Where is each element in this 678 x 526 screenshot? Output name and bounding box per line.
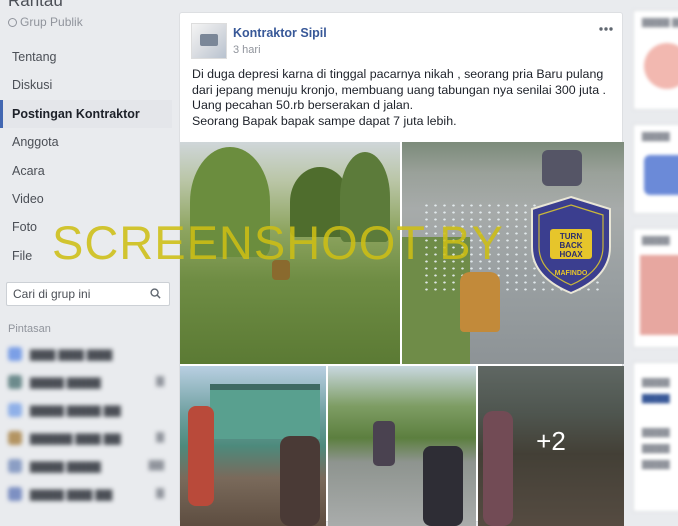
nav-item-video[interactable]: Video bbox=[0, 185, 172, 213]
more-horizontal-icon[interactable] bbox=[598, 25, 614, 33]
post-author-name[interactable]: Kontraktor Sipil bbox=[233, 26, 327, 40]
mafindo-logo: TURN BACK HOAX MAFINDO bbox=[531, 195, 611, 295]
svg-text:HOAX: HOAX bbox=[559, 250, 583, 259]
shortcut-label: ▇▇▇▇ ▇▇▇▇ ▇▇ bbox=[30, 405, 121, 417]
shortcut-item[interactable]: ▇▇▇▇ ▇▇▇▇ ▇▇ bbox=[8, 401, 168, 419]
shortcut-count: ▇ bbox=[156, 376, 164, 387]
nav-item-acara[interactable]: Acara bbox=[0, 157, 172, 185]
shortcut-label: ▇▇▇▇ ▇▇▇ ▇▇ bbox=[30, 489, 113, 501]
shortcut-count: ▇ bbox=[156, 432, 164, 443]
post-photo[interactable] bbox=[180, 366, 326, 526]
search-icon[interactable] bbox=[150, 288, 161, 299]
group-thumbnail-icon bbox=[8, 347, 22, 361]
nav-item-postingan-kontraktor[interactable]: Postingan Kontraktor bbox=[0, 99, 172, 129]
post-body: Di duga depresi karna di tinggal pacarny… bbox=[192, 67, 618, 129]
group-privacy-label: Grup Publik bbox=[20, 15, 83, 29]
globe-icon bbox=[8, 18, 17, 27]
shortcut-label: ▇▇▇▇▇ ▇▇▇ ▇▇ bbox=[30, 433, 121, 445]
group-thumbnail-icon bbox=[8, 431, 22, 445]
nav-item-diskusi[interactable]: Diskusi bbox=[0, 71, 172, 99]
shortcut-item[interactable]: ▇▇▇▇ ▇▇▇▇ ▇ bbox=[8, 373, 168, 391]
svg-text:MAFINDO: MAFINDO bbox=[555, 270, 588, 277]
shortcut-label: ▇▇▇ ▇▇▇ ▇▇▇ bbox=[30, 349, 113, 361]
group-privacy: Grup Publik bbox=[8, 15, 83, 29]
group-thumbnail-icon bbox=[8, 375, 22, 389]
post-text-line: Di duga depresi karna di tinggal pacarny… bbox=[192, 67, 604, 81]
more-photos-count: +2 bbox=[536, 426, 566, 456]
shortcut-label: ▇▇▇▇ ▇▇▇▇ bbox=[30, 461, 101, 473]
group-title[interactable]: Rantau bbox=[8, 0, 63, 11]
nav-item-tentang[interactable]: Tentang bbox=[0, 43, 172, 71]
group-thumbnail-icon bbox=[8, 403, 22, 417]
shortcut-item[interactable]: ▇▇▇ ▇▇▇ ▇▇▇ bbox=[8, 345, 168, 363]
shortcut-item[interactable]: ▇▇▇▇ ▇▇▇▇ ▇▇ bbox=[8, 457, 168, 475]
post-timestamp[interactable]: 3 hari bbox=[233, 44, 261, 56]
post-text-line: Seorang Bapak bapak sampe dapat 7 juta l… bbox=[192, 113, 457, 128]
group-thumbnail-icon bbox=[8, 487, 22, 501]
group-search[interactable] bbox=[6, 282, 170, 306]
group-thumbnail-icon bbox=[8, 459, 22, 473]
right-column: ▇▇▇▇ ▇ ▇ ▇▇▇ ▇ ▇▇▇ ▇ ▇▇▇ ▇ ▇▇▇ ▇ ▇▇▇ ▇ ▇▇▇ ▇ ▇▇… bbox=[633, 0, 678, 512]
shortcuts-heading: Pintasan bbox=[8, 323, 51, 335]
post-text-line: dari jepang menuju kronjo, membuang uang… bbox=[192, 82, 606, 97]
shortcut-item[interactable]: ▇▇▇▇ ▇▇▇ ▇▇ ▇ bbox=[8, 485, 168, 503]
svg-text:BACK: BACK bbox=[559, 241, 582, 250]
author-avatar[interactable] bbox=[191, 23, 227, 59]
group-search-input[interactable] bbox=[7, 283, 137, 305]
svg-text:TURN: TURN bbox=[560, 232, 582, 241]
watermark-text: SCREENSHOOT BY bbox=[52, 216, 504, 269]
shortcut-count: ▇ bbox=[156, 488, 164, 499]
shortcut-label: ▇▇▇▇ ▇▇▇▇ bbox=[30, 377, 101, 389]
shortcut-count: ▇▇ bbox=[148, 460, 164, 471]
post-photo-more[interactable]: +2 bbox=[478, 366, 624, 526]
right-card[interactable]: ▇▇▇▇ bbox=[633, 124, 678, 214]
right-card[interactable]: ▇▇▇▇ ▇▇▇▇ ▇▇▇▇ ▇▇▇▇ ▇▇▇▇ bbox=[633, 362, 678, 512]
post-photo[interactable] bbox=[328, 366, 476, 526]
right-card[interactable]: ▇▇▇▇ bbox=[633, 228, 678, 348]
nav-item-anggota[interactable]: Anggota bbox=[0, 128, 172, 156]
post-text-line: Uang pecahan 50.rb berserakan d jalan. bbox=[192, 98, 414, 112]
shortcut-item[interactable]: ▇▇▇▇▇ ▇▇▇ ▇▇ ▇ bbox=[8, 429, 168, 447]
right-card[interactable]: ▇▇▇▇ ▇▇ bbox=[633, 10, 678, 110]
